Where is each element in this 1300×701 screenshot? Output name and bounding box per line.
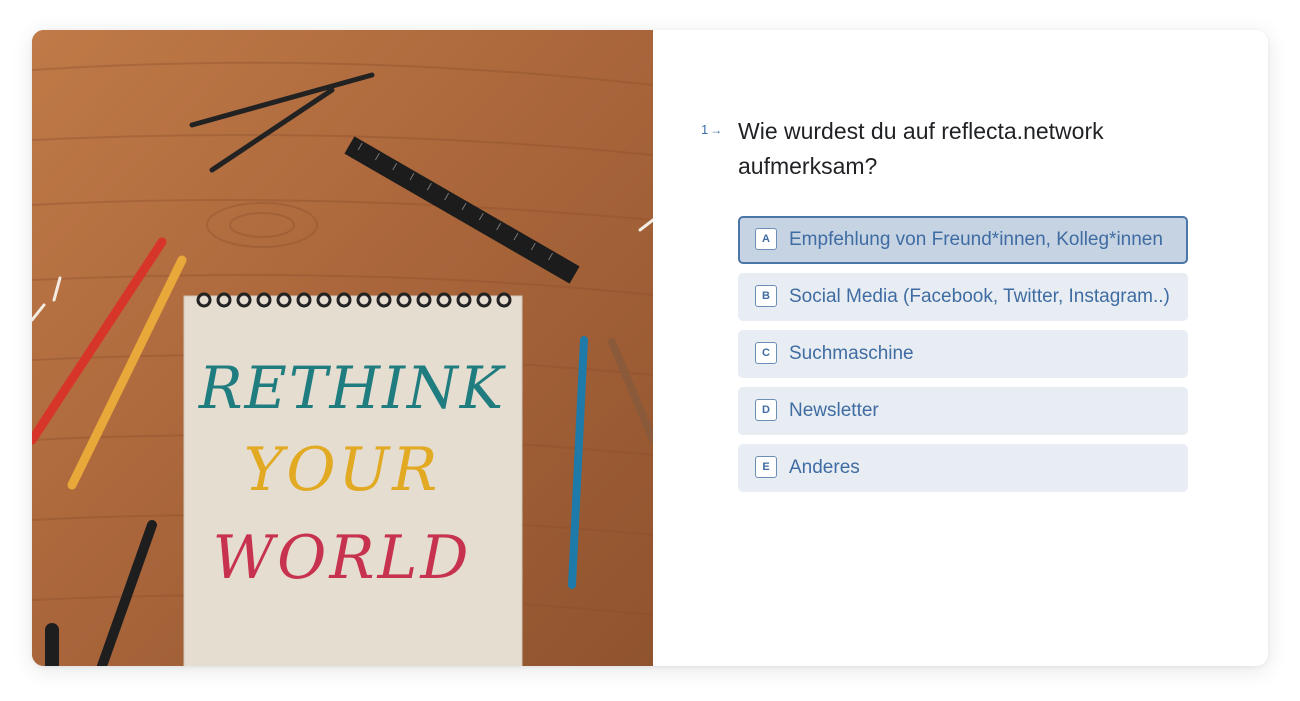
choice-c[interactable]: C Suchmaschine (738, 330, 1188, 378)
choice-key-c: C (755, 342, 777, 364)
question-title: Wie wurdest du auf reflecta.network aufm… (738, 118, 1104, 179)
lettering-rethink: RETHINK (198, 354, 507, 422)
choice-label-d: Newsletter (789, 400, 879, 421)
choice-a[interactable]: A Empfehlung von Freund*innen, Kolleg*in… (738, 216, 1188, 264)
choice-key-d: D (755, 399, 777, 421)
choice-key-e: E (755, 456, 777, 478)
choice-b[interactable]: B Social Media (Facebook, Twitter, Insta… (738, 273, 1188, 321)
question-number: 1 → (701, 122, 722, 137)
choice-label-b: Social Media (Facebook, Twitter, Instagr… (789, 286, 1170, 307)
choice-label-c: Suchmaschine (789, 343, 914, 364)
notebook-illustration: RETHINK YOUR WORLD (32, 30, 653, 666)
choice-label-a: Empfehlung von Freund*innen, Kolleg*inne… (789, 229, 1163, 250)
choice-list: A Empfehlung von Freund*innen, Kolleg*in… (738, 216, 1188, 501)
lettering-world: WORLD (213, 523, 472, 593)
arrow-right-icon: → (710, 122, 723, 137)
question-panel: 1 → Wie wurdest du auf reflecta.network … (653, 30, 1268, 666)
choice-key-b: B (755, 285, 777, 307)
question-number-text: 1 (701, 122, 709, 137)
choice-key-a: A (755, 228, 777, 250)
choice-d[interactable]: D Newsletter (738, 387, 1188, 435)
question-block: 1 → Wie wurdest du auf reflecta.network … (701, 114, 1201, 184)
choice-e[interactable]: E Anderes (738, 444, 1188, 492)
cover-image: RETHINK YOUR WORLD (32, 30, 653, 666)
choice-label-e: Anderes (789, 457, 860, 478)
form-card: RETHINK YOUR WORLD 1 → Wie wurdest du au… (32, 30, 1268, 666)
lettering-your: YOUR (244, 435, 441, 505)
